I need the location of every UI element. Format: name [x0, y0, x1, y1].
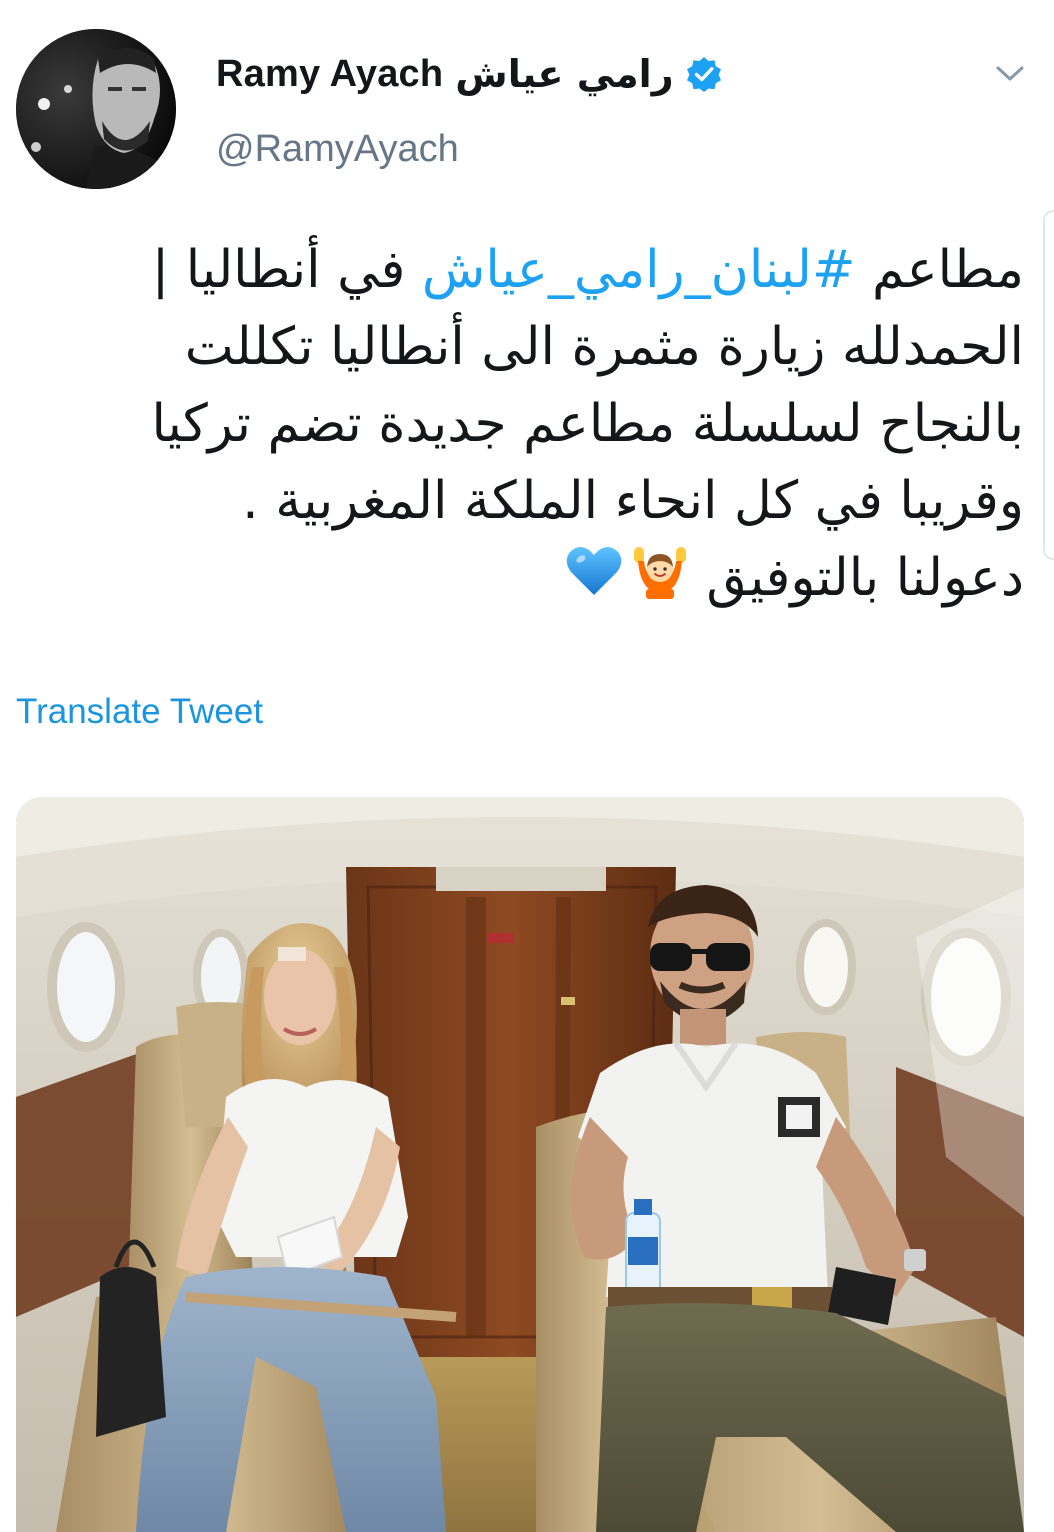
display-name-latin: Ramy Ayach — [216, 52, 444, 95]
verified-badge-icon — [686, 56, 722, 92]
tweet-card: Ramy Ayach رامي عياش @RamyAyach مطاعم #ل… — [0, 0, 1054, 1532]
tweet-media-photo[interactable] — [16, 797, 1024, 1532]
blue-heart-icon — [564, 541, 624, 601]
scroll-indicator — [1043, 210, 1054, 560]
tweet-text-fragment: دعولنا بالتوفيق — [689, 548, 1024, 608]
translate-tweet-link[interactable]: Translate Tweet — [16, 692, 263, 732]
tweet-line-1: مطاعم #لبنان_رامي_عياش في أنطاليا | — [30, 232, 1024, 309]
jet-cabin-photo — [16, 797, 1024, 1532]
display-name[interactable]: Ramy Ayach رامي عياش — [216, 52, 722, 96]
display-name-arabic: رامي عياش — [455, 52, 674, 96]
chevron-down-icon — [996, 66, 1024, 81]
hashtag-link[interactable]: #لبنان_رامي_عياش — [422, 240, 856, 300]
user-handle[interactable]: @RamyAyach — [216, 128, 459, 171]
avatar[interactable] — [16, 29, 176, 189]
person-raising-hands-icon — [630, 541, 690, 601]
tweet-text-fragment: في أنطاليا | — [151, 240, 422, 300]
tweet-text-fragment: مطاعم — [855, 240, 1024, 300]
tweet-line-2: الحمدلله زيارة مثمرة الى أنطاليا تكللت — [184, 317, 1024, 377]
tweet-text: مطاعم #لبنان_رامي_عياش في أنطاليا | الحم… — [30, 232, 1024, 617]
tweet-line-4: وقريبا في كل انحاء الملكة المغربية . — [242, 471, 1024, 531]
tweet-line-3: بالنجاح لسلسلة مطاعم جديدة تضم تركيا — [151, 394, 1024, 454]
tweet-line-5: دعولنا بالتوفيق — [30, 540, 1024, 617]
more-options-button[interactable] — [990, 58, 1030, 90]
